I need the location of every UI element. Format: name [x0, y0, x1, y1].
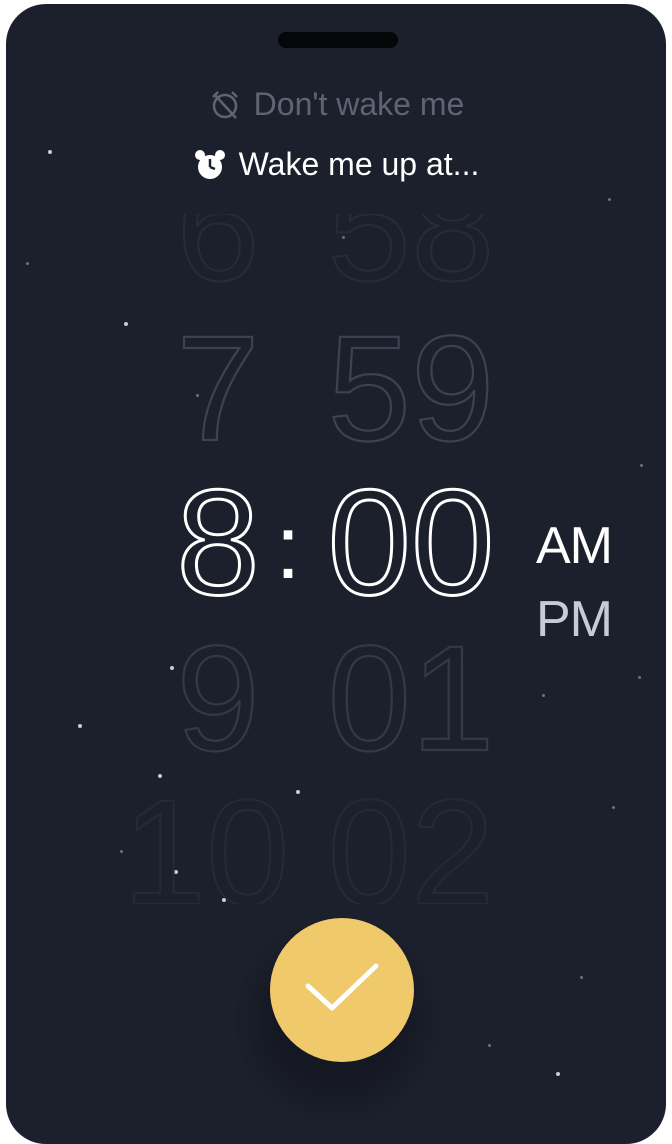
- hour-option-below-2[interactable]: 10: [122, 767, 291, 904]
- star: [580, 976, 583, 979]
- checkmark-icon: [300, 958, 384, 1023]
- hour-option-above-1[interactable]: 7: [175, 303, 261, 473]
- confirm-button[interactable]: [270, 918, 414, 1062]
- minute-option-below-2[interactable]: 02: [327, 767, 496, 904]
- period-pm[interactable]: PM: [536, 590, 612, 636]
- time-separator: :: [275, 498, 300, 598]
- hour-option-below-1[interactable]: 9: [175, 613, 261, 783]
- selected-minute[interactable]: 00: [326, 457, 496, 628]
- minute-option-above-2[interactable]: 58: [326, 144, 495, 312]
- minute-option-above-1[interactable]: 59: [326, 303, 495, 473]
- period-am[interactable]: AM: [536, 516, 613, 576]
- hour-option-above-2[interactable]: 6: [175, 144, 261, 312]
- minute-option-below-1[interactable]: 01: [326, 613, 495, 783]
- star: [556, 1072, 560, 1076]
- time-picker-svg: 6 7 9 58 59 01 10 02 8 : 00: [122, 144, 496, 904]
- selected-hour[interactable]: 8: [175, 457, 261, 628]
- phone-screen: Don't wake me Wake me up at... 6 7 9 58 …: [6, 4, 666, 1144]
- star: [488, 1044, 491, 1047]
